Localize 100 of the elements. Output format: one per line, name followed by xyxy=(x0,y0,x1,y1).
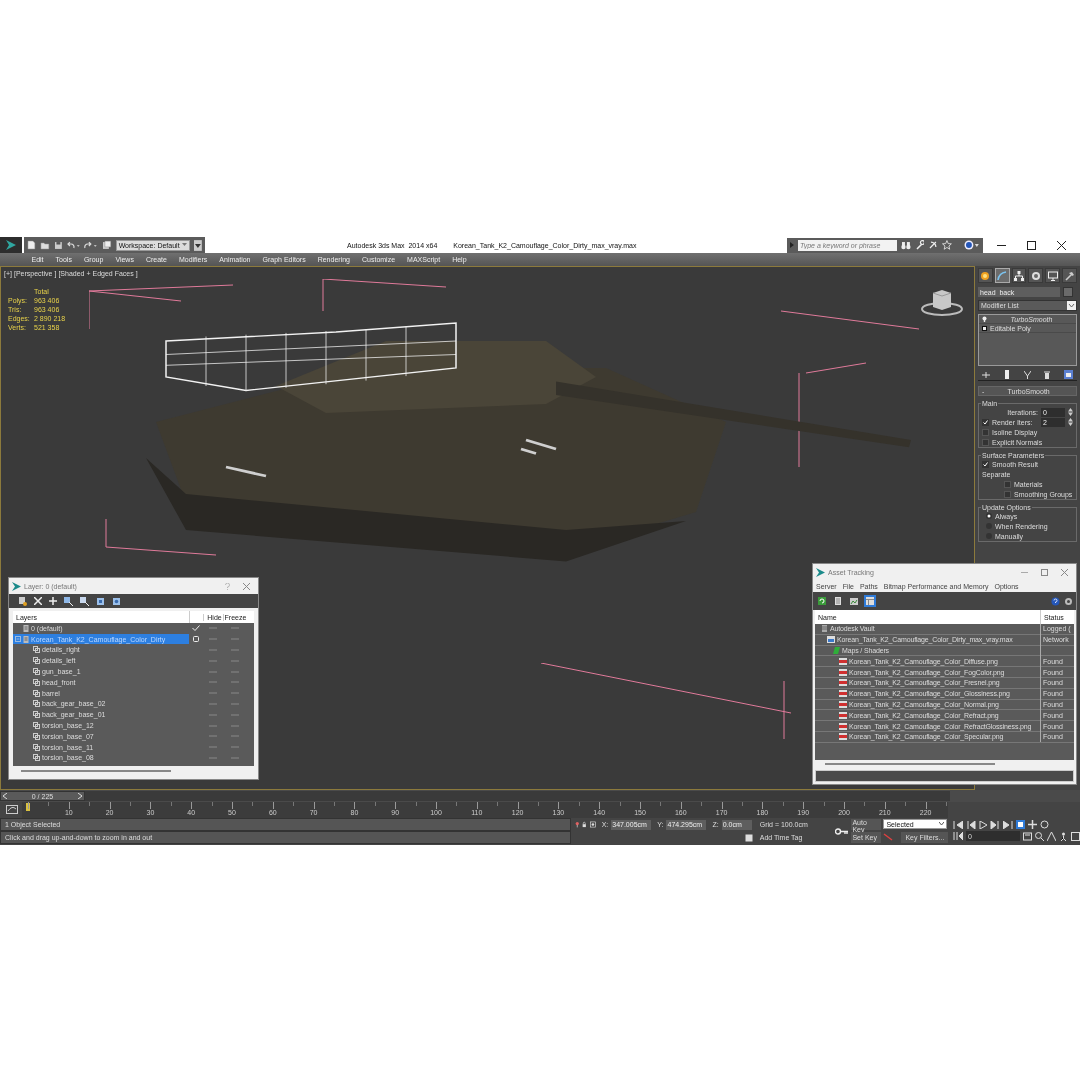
key-icon[interactable] xyxy=(834,828,849,835)
object-icon xyxy=(33,722,40,730)
new-layer-icon[interactable] xyxy=(18,596,27,606)
new-file-icon[interactable] xyxy=(27,240,36,250)
checkmark-icon[interactable] xyxy=(192,625,200,632)
orbit-icon[interactable] xyxy=(1040,820,1049,829)
lock-icon[interactable] xyxy=(582,820,587,829)
application-button[interactable] xyxy=(0,237,22,253)
folder-icon xyxy=(833,647,840,654)
hierarchy-icon xyxy=(1014,270,1025,281)
checkbox[interactable] xyxy=(982,460,989,468)
previous-frame-icon[interactable] xyxy=(966,820,976,829)
zoom-icon[interactable] xyxy=(1035,831,1044,841)
help-icon[interactable] xyxy=(1051,596,1060,606)
settings-icon[interactable] xyxy=(1064,596,1073,606)
make-current-icon[interactable] xyxy=(193,636,199,643)
image-icon xyxy=(850,597,858,605)
toolbar-button[interactable] xyxy=(864,595,876,607)
object-icon xyxy=(33,668,40,676)
hammer-icon xyxy=(1064,270,1075,281)
go-to-end-icon[interactable] xyxy=(1003,820,1013,829)
object-icon xyxy=(33,754,40,762)
command-panel-tab[interactable] xyxy=(978,268,993,283)
logo-icon xyxy=(816,567,825,577)
curve-icon xyxy=(997,270,1008,281)
light-bulb-icon[interactable] xyxy=(982,316,987,322)
spinner-arrows-icon[interactable] xyxy=(1068,408,1073,416)
pan-icon[interactable] xyxy=(1028,820,1037,829)
toolbar-button[interactable] xyxy=(848,595,860,607)
wrench-icon[interactable] xyxy=(914,240,925,250)
command-panel-tab[interactable] xyxy=(994,268,1010,283)
command-panel-tab[interactable] xyxy=(1045,268,1061,283)
make-unique-icon[interactable] xyxy=(1023,370,1031,379)
go-to-start-icon[interactable] xyxy=(953,820,963,829)
logo-icon xyxy=(12,581,21,591)
hide-all-icon[interactable] xyxy=(96,596,105,606)
document-icon xyxy=(835,597,841,605)
binoculars-icon[interactable] xyxy=(900,240,911,250)
toolbar-button[interactable] xyxy=(816,595,828,607)
file-icon xyxy=(827,636,835,644)
time-config-icon[interactable] xyxy=(1023,831,1032,841)
next-frame-icon[interactable] xyxy=(990,820,1000,829)
show-end-result-icon[interactable] xyxy=(1003,370,1010,379)
command-panel-tab[interactable] xyxy=(1062,268,1077,283)
monitor-icon xyxy=(1047,270,1058,281)
command-panel-tab[interactable] xyxy=(1011,268,1027,283)
star-icon[interactable] xyxy=(942,240,953,250)
slash-icon xyxy=(883,833,894,841)
caret-icon xyxy=(182,243,188,247)
project-folder-icon[interactable] xyxy=(101,240,112,250)
spinner-arrows-icon[interactable] xyxy=(1068,418,1073,426)
logo-icon xyxy=(5,239,17,251)
object-icon xyxy=(33,700,40,708)
checkbox[interactable] xyxy=(982,428,989,436)
highlight-layer-icon[interactable] xyxy=(80,596,89,606)
circle-icon xyxy=(1030,270,1041,281)
field-of-view-icon[interactable] xyxy=(1047,831,1056,841)
table-icon xyxy=(866,597,874,605)
freeze-all-icon[interactable] xyxy=(112,596,121,606)
walk-icon[interactable] xyxy=(1059,831,1068,841)
time-tag-icon[interactable] xyxy=(744,833,753,842)
scrollbar-thumb[interactable] xyxy=(825,763,995,765)
object-icon xyxy=(33,678,40,686)
color-swatch[interactable] xyxy=(1063,287,1073,297)
pin-icon[interactable] xyxy=(574,820,580,829)
play-icon[interactable] xyxy=(979,820,987,829)
remove-modifier-icon[interactable] xyxy=(1044,370,1051,379)
key-mode-icon[interactable] xyxy=(953,832,963,840)
delete-icon[interactable] xyxy=(34,597,42,605)
scrollbar-thumb[interactable] xyxy=(21,769,171,772)
close-icon[interactable] xyxy=(1057,240,1066,250)
toolbar-button[interactable] xyxy=(832,595,844,607)
text-field[interactable] xyxy=(815,770,1074,782)
zoom-extents-icon[interactable] xyxy=(1016,820,1025,829)
layer-icon xyxy=(23,635,29,643)
curve-editor-icon[interactable] xyxy=(6,805,18,814)
caret-icon[interactable] xyxy=(194,239,202,251)
view-cube-icon[interactable] xyxy=(921,287,963,317)
checkbox[interactable] xyxy=(982,418,989,426)
object-icon xyxy=(33,711,40,719)
checkbox[interactable] xyxy=(1004,490,1011,498)
maximize-viewport-icon[interactable] xyxy=(1071,831,1080,841)
square-icon[interactable] xyxy=(982,325,987,331)
open-folder-icon[interactable] xyxy=(39,240,50,250)
undo-icon[interactable] xyxy=(66,240,81,250)
select-objects-icon[interactable] xyxy=(64,596,73,606)
checkbox[interactable] xyxy=(1004,480,1011,488)
save-icon[interactable] xyxy=(53,240,63,250)
add-icon[interactable] xyxy=(49,597,57,605)
pin-stack-icon[interactable] xyxy=(982,370,990,379)
configure-sets-icon[interactable] xyxy=(1064,370,1073,379)
caret-icon xyxy=(1067,301,1076,310)
maximize-icon[interactable] xyxy=(1027,240,1036,250)
object-icon xyxy=(33,689,40,697)
redo-icon[interactable] xyxy=(84,240,98,250)
command-panel-tab[interactable] xyxy=(1028,268,1044,283)
transform-mode-icon[interactable] xyxy=(589,820,596,829)
checkbox[interactable] xyxy=(982,438,989,446)
radio-button[interactable] xyxy=(986,513,992,519)
help-icon[interactable] xyxy=(964,240,980,250)
